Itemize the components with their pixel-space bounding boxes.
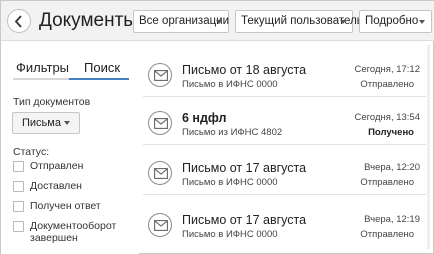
row-divider [143,144,426,145]
document-date: Вчера, 12:20 [364,162,420,173]
organization-dropdown[interactable]: Все организации [133,10,229,33]
checkbox-label: Доставлен [30,180,82,192]
document-status: Отправлено [360,229,414,240]
envelope-icon [148,63,172,87]
envelope-icon [148,161,172,185]
checkbox-label: Получен ответ [30,200,101,212]
checkbox[interactable] [13,221,24,232]
document-type-dropdown[interactable]: Письма [12,112,80,134]
view-mode-dropdown[interactable]: Подробно [359,10,432,33]
envelope-icon [148,111,172,135]
chevron-left-icon [14,15,22,28]
document-status: Получено [368,127,414,138]
active-tab-underline [69,78,129,80]
chevron-down-icon [340,20,346,24]
document-date: Сегодня, 13:54 [354,112,420,123]
tab-underline [13,78,69,80]
document-status: Отправлено [360,79,414,90]
status-label: Статус: [13,146,50,158]
app-window: Документы Все организации Текущий пользо… [0,0,434,254]
document-row[interactable]: Письмо от 17 августа Письмо в ИФНС 0000 … [139,147,434,195]
envelope-icon [148,213,172,237]
document-title: Письмо от 17 августа [182,161,307,175]
back-button[interactable] [7,9,31,33]
document-row[interactable]: Письмо от 17 августа Письмо в ИФНС 0000 … [139,199,434,247]
chevron-down-icon [419,20,425,24]
checkbox-label: Отправлен [30,160,84,172]
document-title: Письмо от 17 августа [182,213,307,227]
document-type-label: Тип документов [13,96,91,108]
list-scrollbar[interactable] [427,45,430,249]
chevron-down-icon [64,121,70,125]
view-mode-dropdown-label: Подробно [365,15,419,27]
row-divider [143,194,426,195]
document-row[interactable]: 6 ндфл Письмо из ИФНС 4802 Сегодня, 13:5… [139,97,434,145]
document-list: Письмо от 18 августа Письмо в ИФНС 0000 … [139,42,434,254]
document-subtitle: Письмо в ИФНС 0000 [182,79,278,90]
chevron-down-icon [216,20,222,24]
document-subtitle: Письмо в ИФНС 0000 [182,177,278,188]
document-subtitle: Письмо из ИФНС 4802 [182,127,283,138]
document-subtitle: Письмо в ИФНС 0000 [182,229,278,240]
tab-filters[interactable]: Фильтры [16,60,69,75]
document-row[interactable]: Письмо от 18 августа Письмо в ИФНС 0000 … [139,49,434,97]
document-type-value: Письма [22,117,61,129]
document-title: Письмо от 18 августа [182,63,307,77]
document-title: 6 ндфл [182,111,227,125]
checkbox[interactable] [13,161,24,172]
document-date: Вчера, 12:19 [364,214,420,225]
document-date: Сегодня, 17:12 [354,64,420,75]
checkbox-label: Документооборот завершен [30,220,117,244]
tab-search[interactable]: Поиск [84,60,120,75]
header-bar: Документы Все организации Текущий пользо… [1,1,434,41]
user-dropdown[interactable]: Текущий пользователь [235,10,363,33]
checkbox[interactable] [13,201,24,212]
filter-panel: Фильтры Поиск Тип документов Письма Стат… [1,42,139,254]
page-title: Документы [39,10,137,31]
document-status: Отправлено [360,177,414,188]
checkbox[interactable] [13,181,24,192]
